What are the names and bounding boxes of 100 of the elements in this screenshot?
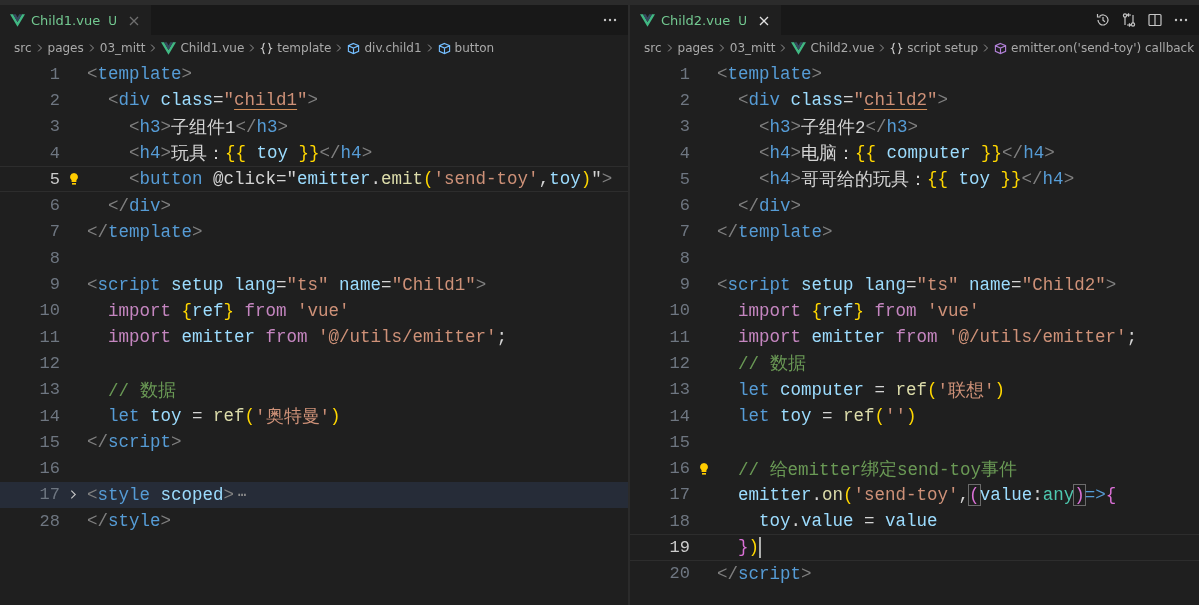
code-text: = bbox=[873, 378, 887, 402]
code-punctuation: > bbox=[790, 169, 802, 190]
code-variable: value bbox=[885, 511, 938, 532]
code-punctuation: > bbox=[307, 90, 319, 111]
code-bracket: }} bbox=[981, 143, 1003, 164]
code-text: 子组件2 bbox=[801, 116, 866, 140]
code-punctuation: < bbox=[128, 169, 140, 190]
code-text: = bbox=[276, 273, 287, 297]
code-punctuation: </ bbox=[717, 221, 738, 242]
code-string: 'send-toy' bbox=[853, 484, 959, 505]
breadcrumb-item[interactable]: div.child1 bbox=[347, 41, 422, 55]
line-number: 2 bbox=[678, 90, 690, 110]
code-string: "ts" bbox=[286, 274, 329, 295]
code-punctuation: > bbox=[181, 64, 193, 85]
code-punctuation: < bbox=[717, 64, 728, 85]
code-text: ; bbox=[496, 326, 508, 350]
breadcrumb-item[interactable]: button bbox=[437, 41, 495, 55]
code-keyword: import bbox=[107, 327, 171, 348]
code-string: '奥特曼' bbox=[255, 406, 331, 428]
line-number: 13 bbox=[38, 380, 60, 400]
code-punctuation: < bbox=[87, 274, 98, 295]
code-string: '' bbox=[885, 406, 907, 426]
code-bracket: {{ bbox=[927, 169, 949, 190]
breadcrumb-item[interactable]: 03_mitt bbox=[729, 41, 776, 55]
line-number: 10 bbox=[668, 301, 690, 321]
code-punctuation: </ bbox=[319, 143, 341, 164]
code-text: , bbox=[538, 168, 550, 192]
breadcrumb-item[interactable]: Child1.vue bbox=[161, 41, 245, 55]
breadcrumb-item[interactable]: template bbox=[260, 41, 332, 55]
code-punctuation: </ bbox=[717, 563, 738, 584]
code-punctuation: </ bbox=[1021, 169, 1043, 190]
line-number: 17 bbox=[668, 485, 690, 505]
breadcrumb-item[interactable]: pages bbox=[47, 41, 84, 55]
line-number: 7 bbox=[678, 222, 690, 242]
code-keyword: h3 bbox=[256, 116, 278, 137]
code-keyword: import bbox=[737, 327, 801, 348]
line-number: 6 bbox=[678, 196, 690, 216]
code-keyword: script bbox=[727, 274, 791, 295]
line-number: 15 bbox=[38, 432, 60, 452]
code-text: , bbox=[958, 483, 970, 507]
line-number: 19 bbox=[668, 538, 690, 557]
code-keyword: let bbox=[737, 379, 770, 400]
code-bracket: ) bbox=[1074, 484, 1085, 505]
code-keyword: template bbox=[727, 64, 812, 85]
breadcrumb-item[interactable]: src bbox=[14, 41, 32, 55]
code-keyword: h3 bbox=[769, 116, 791, 137]
line-number: 18 bbox=[668, 511, 690, 531]
code-text: . bbox=[370, 168, 382, 192]
code-keyword: template bbox=[108, 221, 193, 242]
code-bracket: } bbox=[737, 537, 749, 558]
editor-tab[interactable]: Child2.vue U bbox=[630, 5, 781, 35]
breadcrumb-item[interactable]: Child2.vue bbox=[791, 41, 875, 55]
code-attribute: setup lang bbox=[800, 274, 907, 295]
code-variable: value bbox=[979, 484, 1033, 505]
line-number: 14 bbox=[668, 406, 690, 426]
line-number: 8 bbox=[678, 248, 690, 268]
code-text: 玩具： bbox=[171, 143, 226, 167]
code-bracket: ) bbox=[330, 406, 341, 426]
code-keyword: h4 bbox=[139, 143, 161, 164]
code-keyword: from bbox=[264, 327, 308, 348]
code-text: = bbox=[863, 510, 876, 534]
line-number: 13 bbox=[668, 380, 690, 400]
code-punctuation: </ bbox=[87, 221, 108, 242]
breadcrumb-item[interactable]: pages bbox=[677, 41, 714, 55]
line-number: 1 bbox=[678, 64, 690, 84]
code-keyword: h4 bbox=[1023, 143, 1045, 164]
code-text: 子组件1 bbox=[171, 116, 236, 140]
code-variable: value bbox=[801, 511, 854, 532]
code-string: child1 bbox=[234, 90, 298, 111]
code-text: 电脑： bbox=[801, 143, 856, 167]
code-variable: toy bbox=[758, 511, 791, 532]
code-keyword: div bbox=[759, 195, 791, 216]
code-variable: emitter bbox=[737, 484, 812, 505]
breadcrumb-item[interactable]: emitter.on('send-toy') callback bbox=[994, 41, 1195, 55]
code-function: emit bbox=[381, 169, 424, 190]
code-keyword: style bbox=[97, 484, 151, 505]
code-keyword: template bbox=[97, 64, 182, 85]
editor-tab[interactable]: Child1.vue U bbox=[0, 5, 151, 35]
code-keyword: h3 bbox=[139, 116, 161, 137]
code-keyword: let bbox=[107, 406, 140, 426]
line-number: 16 bbox=[668, 459, 690, 479]
breadcrumb-item[interactable]: src bbox=[644, 41, 662, 55]
line-number: 2 bbox=[48, 90, 60, 110]
code-bracket: } bbox=[853, 300, 865, 321]
line-number: 5 bbox=[48, 169, 60, 189]
code-punctuation: </ bbox=[235, 116, 257, 137]
code-punctuation: < bbox=[128, 143, 140, 164]
code-keyword: h4 bbox=[1042, 169, 1064, 190]
line-number: 15 bbox=[668, 432, 690, 452]
code-bracket: { bbox=[1105, 484, 1117, 505]
code-keyword: => bbox=[1084, 484, 1106, 505]
code-string: " bbox=[927, 90, 938, 111]
line-number: 4 bbox=[48, 143, 60, 163]
line-number: 28 bbox=[38, 511, 60, 531]
line-number: 1 bbox=[48, 64, 60, 84]
code-punctuation: > bbox=[937, 90, 949, 111]
code-punctuation: < bbox=[758, 116, 770, 137]
code-variable: toy bbox=[779, 406, 812, 426]
breadcrumb-item[interactable]: script setup bbox=[890, 41, 979, 55]
breadcrumb-item[interactable]: 03_mitt bbox=[99, 41, 146, 55]
